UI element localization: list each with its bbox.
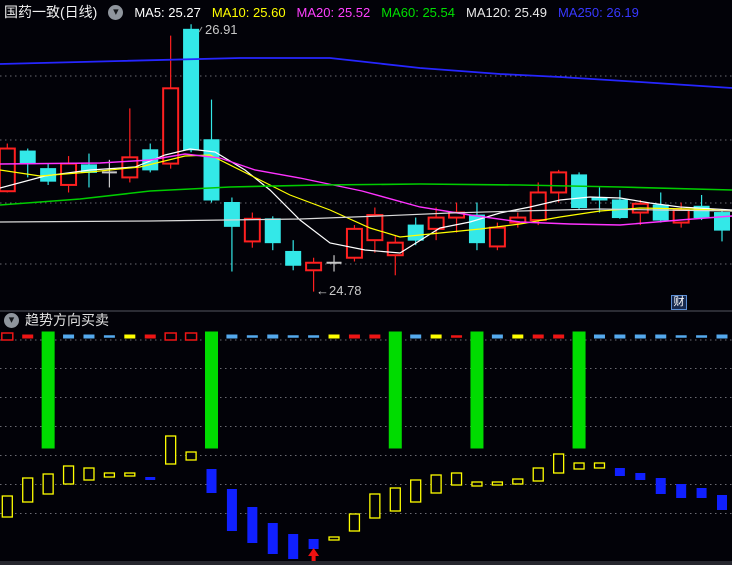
ma250-label: MA250: 26.19 bbox=[557, 4, 639, 20]
ma120-label: MA120: 25.49 bbox=[465, 4, 547, 20]
ma5-label: MA5: 25.27 bbox=[134, 4, 201, 20]
low-annotation: ←24.78 bbox=[316, 283, 362, 298]
chevron-down-circle-icon[interactable]: ▾ bbox=[108, 4, 124, 20]
high-annotation: 26.91 bbox=[205, 22, 238, 37]
ma60-label: MA60: 25.54 bbox=[381, 4, 455, 20]
stock-title: 国药一致(日线) bbox=[4, 4, 98, 20]
indicator-header: ▾ 趋势方向买卖 bbox=[4, 312, 109, 328]
ma10-label: MA10: 25.60 bbox=[211, 4, 286, 20]
panel-splitter[interactable] bbox=[0, 310, 732, 312]
cai-badge[interactable]: 财 bbox=[671, 295, 687, 310]
chevron-down-circle-icon[interactable]: ▾ bbox=[4, 312, 19, 328]
bottom-border bbox=[0, 561, 732, 565]
indicator-title: 趋势方向买卖 bbox=[25, 312, 109, 328]
ma20-label: MA20: 25.52 bbox=[296, 4, 371, 20]
trading-app-window: 国药一致(日线) ▾ MA5: 25.27 MA10: 25.60 MA20: … bbox=[0, 0, 732, 565]
candlestick-and-indicator-canvas[interactable] bbox=[0, 0, 732, 565]
main-chart-header: 国药一致(日线) ▾ MA5: 25.27 MA10: 25.60 MA20: … bbox=[0, 0, 732, 24]
